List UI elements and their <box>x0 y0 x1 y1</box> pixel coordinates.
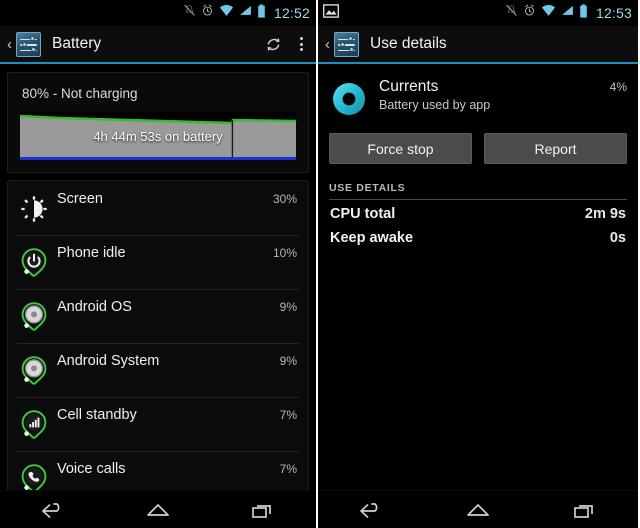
left-action-bar-actions <box>264 35 310 54</box>
back-nav-icon[interactable] <box>344 495 398 525</box>
power-pin-icon <box>17 246 51 280</box>
left-content: 80% - Not charging 4h 44m 53s on battery <box>0 66 316 506</box>
battery-status-text: 80% - Not charging <box>22 86 138 101</box>
settings-sliders-icon[interactable] <box>16 31 41 57</box>
app-summary-header: Currents 4% Battery used by app <box>318 66 638 119</box>
app-summary-body: Currents 4% Battery used by app <box>379 78 627 114</box>
list-item-header: Cell standby 7% <box>57 407 297 423</box>
cell-signal-icon <box>239 4 252 22</box>
right-status-bar: 12:53 <box>318 0 638 26</box>
list-item-percent: 10% <box>272 246 297 260</box>
left-status-bar-clock: 12:52 <box>273 5 310 21</box>
list-item-body: Android System 9% <box>57 352 297 369</box>
recents-nav-icon[interactable] <box>236 495 290 525</box>
app-name: Currents <box>379 78 439 95</box>
list-item-body: Android OS 9% <box>57 298 297 315</box>
app-usage-caption: Battery used by app <box>379 98 491 112</box>
list-item-body: Voice calls 7% <box>57 460 297 477</box>
list-item-body: Phone idle 10% <box>57 244 297 261</box>
vibrate-off-icon <box>505 4 518 22</box>
screenshot-image-icon[interactable] <box>323 3 339 23</box>
home-nav-icon[interactable] <box>451 495 505 525</box>
up-navigation-icon[interactable]: ‹ <box>4 37 15 52</box>
overflow-menu-icon[interactable] <box>296 35 307 53</box>
recents-nav-icon[interactable] <box>558 495 612 525</box>
left-navigation-bar <box>0 490 316 528</box>
left-action-bar: ‹ Battery <box>0 26 316 64</box>
screenshot-root: 12:52 ‹ Battery 80% - Not charging 4h 44… <box>0 0 640 528</box>
list-item-header: Android OS 9% <box>57 299 297 315</box>
right-content: Currents 4% Battery used by app Force st… <box>318 66 638 490</box>
list-item-label: Phone idle <box>57 245 126 261</box>
battery-summary-card: 80% - Not charging 4h 44m 53s on battery <box>7 72 309 173</box>
list-item-label: Android OS <box>57 299 132 315</box>
battery-usage-list: Screen 30% Phone idle 10% Android OS 9% … <box>7 180 309 506</box>
app-battery-percent: 4% <box>609 80 627 94</box>
left-status-bar: 12:52 <box>0 0 316 26</box>
alarm-clock-icon <box>201 4 214 22</box>
alarm-clock-icon <box>523 4 536 22</box>
list-item[interactable]: Screen 30% <box>8 181 308 235</box>
list-item-label: Android System <box>57 353 160 369</box>
list-item-percent: 9% <box>279 354 297 368</box>
wifi-icon <box>541 4 556 22</box>
right-status-bar-icons: 12:53 <box>505 3 632 23</box>
list-item-label: Voice calls <box>57 461 126 477</box>
android-system-pin-icon <box>17 354 51 388</box>
page-title: Battery <box>52 35 102 52</box>
cell-signal-icon <box>561 4 574 22</box>
detail-value: 2m 9s <box>584 206 626 222</box>
list-item-label: Cell standby <box>57 407 137 423</box>
list-item-percent: 7% <box>279 408 297 422</box>
battery-icon <box>579 3 588 23</box>
wifi-icon <box>219 4 234 22</box>
currents-ring-icon <box>329 79 369 119</box>
detail-row: CPU total 2m 9s <box>329 200 627 224</box>
list-item[interactable]: Android System 9% <box>8 343 308 397</box>
list-item-percent: 30% <box>272 192 297 206</box>
right-phone-screen: 12:53 ‹ Use details Currents 4% Battery … <box>318 0 638 528</box>
list-item[interactable]: Cell standby 7% <box>8 397 308 451</box>
report-button[interactable]: Report <box>484 133 627 164</box>
list-item-label: Screen <box>57 191 103 207</box>
list-item-body: Cell standby 7% <box>57 406 297 423</box>
right-status-bar-clock: 12:53 <box>595 5 632 21</box>
detail-row: Keep awake 0s <box>329 224 627 248</box>
vibrate-off-icon <box>183 4 196 22</box>
list-item-header: Voice calls 7% <box>57 461 297 477</box>
list-item-body: Screen 30% <box>57 190 297 207</box>
signal-bars-pin-icon <box>17 408 51 442</box>
app-summary-toprow: Currents 4% <box>379 78 627 96</box>
use-details-title: USE DETAILS <box>329 182 406 194</box>
detail-value: 0s <box>609 230 626 246</box>
brightness-icon <box>17 192 51 226</box>
right-status-bar-notifications <box>323 3 505 23</box>
list-item-header: Android System 9% <box>57 353 297 369</box>
right-action-bar: ‹ Use details <box>318 26 638 64</box>
page-title: Use details <box>370 35 447 52</box>
force-stop-button[interactable]: Force stop <box>329 133 472 164</box>
list-item-percent: 9% <box>279 300 297 314</box>
home-nav-icon[interactable] <box>131 495 185 525</box>
list-item-percent: 7% <box>279 462 297 476</box>
use-details-section: USE DETAILS CPU total 2m 9s Keep awake 0… <box>329 182 627 248</box>
detail-key: Keep awake <box>330 230 414 246</box>
list-item[interactable]: Phone idle 10% <box>8 235 308 289</box>
right-navigation-bar <box>318 490 638 528</box>
detail-key: CPU total <box>330 206 396 222</box>
app-action-buttons: Force stop Report <box>318 119 638 164</box>
battery-icon <box>257 3 266 23</box>
settings-sliders-icon[interactable] <box>334 31 359 57</box>
back-nav-icon[interactable] <box>26 495 80 525</box>
battery-history-graph-wrap: 4h 44m 53s on battery <box>8 112 308 172</box>
list-item-header: Screen 30% <box>57 191 297 207</box>
left-status-bar-icons: 12:52 <box>183 3 310 23</box>
left-phone-screen: 12:52 ‹ Battery 80% - Not charging 4h 44… <box>0 0 318 528</box>
refresh-icon[interactable] <box>264 35 283 54</box>
battery-history-graph[interactable]: 4h 44m 53s on battery <box>20 112 296 160</box>
list-item-header: Phone idle 10% <box>57 245 297 261</box>
list-item[interactable]: Android OS 9% <box>8 289 308 343</box>
up-navigation-icon[interactable]: ‹ <box>322 37 333 52</box>
android-os-pin-icon <box>17 300 51 334</box>
